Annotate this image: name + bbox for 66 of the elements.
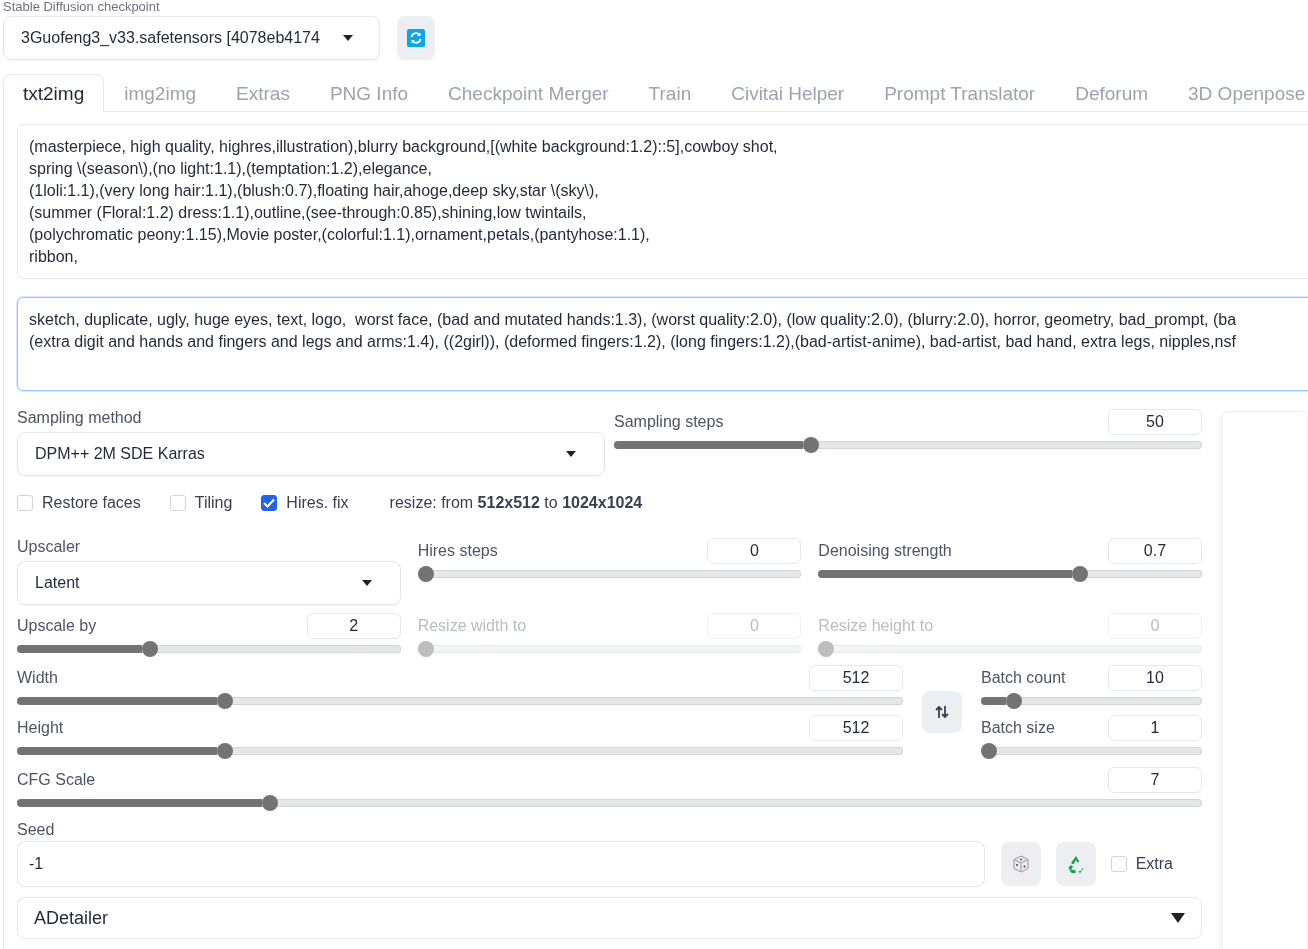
slider-handle[interactable] [142,641,158,657]
number-field[interactable]: 10 [1108,665,1202,691]
slider-handle[interactable] [217,693,234,709]
negative-prompt-field[interactable]: sketch, duplicate, ugly, huge eyes, text, logo, worst face, (bad and mutated hands:1.3), (worst quality:2.0), (low quality:2.0), (blurry:2.0), horror, geometry, bad_prompt, (ba (extra digit and hands and fingers and legs and arms:1.4), ((2girl)), (deformed fingers:1.2), (long fingers:1.2),(bad-artist-anime), bad-artist, bad hand, extra legs, nipples,nsf [17,297,1308,391]
caret-icon [343,35,353,41]
number-field[interactable]: 7 [1108,767,1202,793]
dice-icon [1011,855,1030,873]
checkbox-label: Tiling [194,494,233,512]
number-field[interactable]: 1 [1108,715,1202,741]
checkbox-label: Hires. fix [286,494,349,512]
slider-handle[interactable] [802,437,819,453]
slider[interactable] [17,641,401,657]
slider-label: Width [17,669,58,687]
number-field[interactable]: 512 [809,665,903,691]
field-label: Sampling method [17,409,143,427]
slider-label: Sampling steps [614,413,724,431]
slider-label: Denoising strength [818,542,952,560]
caret-icon [1171,913,1185,923]
resize-info: resize: from 512x512 to 1024x1024 [389,494,643,512]
slider-label: Resize width to [417,617,527,635]
swap-arrows-icon [935,705,949,719]
refresh-button[interactable] [397,16,435,60]
prompt-field[interactable]: (masterpiece, high quality, highres,illustration),blurry background,[(white background:1.2)::5],cowboy shot, spring \(season\),(no light:1.1),(temptation:1.2),elegance, (1loli:1.1),(very long hair:1.1),(blush:0.7),floating hair,ahoge,deep sky,star \(sky\), (summer (Floral:1.2) dress:1.1),outline,(see-through:0.85),shining,low twintails, (polychromatic peony:1.15),Movie poster,(colorful:1.1),ornament,petals,(pantyhose:1.1), ribbon, [17,124,1308,279]
caret-icon [566,451,576,457]
slider-handle[interactable] [417,566,434,582]
checkbox-label: Extra [1135,855,1173,873]
caret-icon [361,580,372,586]
slider-label: Hires steps [417,542,498,560]
upscaler-dropdown[interactable]: Latent [17,561,401,605]
field-label: Seed [17,821,56,839]
refresh-icon [407,29,425,47]
adetailer-accordion[interactable]: ADetailer [17,897,1202,939]
number-field[interactable]: 2 [306,613,401,639]
number-field[interactable]: 50 [1108,409,1202,435]
slider-label: CFG Scale [17,771,96,789]
slider-label: Batch size [981,719,1055,737]
slider-label: Upscale by [17,617,97,635]
field-label: Upscaler [17,538,82,556]
checkpoint-dropdown[interactable]: 3Guofeng3_v33.safetensors [4078eb4174 [3,16,380,60]
slider[interactable] [614,437,1202,453]
slider-handle[interactable] [217,743,234,759]
number-field[interactable]: 0.7 [1108,538,1202,564]
reuse-seed-button[interactable] [1055,842,1096,886]
checkbox[interactable] [261,495,278,511]
number-field[interactable]: 512 [809,715,903,741]
slider[interactable] [17,795,1202,811]
slider[interactable] [981,743,1202,759]
sampling-method-dropdown[interactable]: DPM++ 2M SDE Karras [17,432,605,476]
swap-button[interactable] [922,691,962,733]
slider-label: Height [17,719,64,737]
slider[interactable] [818,566,1202,582]
field-label: Stable Diffusion checkpoint [3,0,161,14]
slider-label: Resize height to [818,617,934,635]
slider[interactable] [17,693,903,709]
slider-label: Batch count [981,669,1066,687]
slider-handle[interactable] [262,795,279,811]
slider[interactable] [417,566,802,582]
slider[interactable] [981,693,1202,709]
tab[interactable]: txt2img [3,74,105,112]
slider-handle[interactable] [1005,693,1022,709]
slider-handle[interactable] [1072,566,1088,582]
number-field[interactable]: 0 [707,538,802,564]
checkbox-label: Restore faces [42,494,141,512]
slider-handle[interactable] [981,743,997,759]
slider[interactable] [17,743,903,759]
seed-field[interactable]: -1 [17,841,985,887]
